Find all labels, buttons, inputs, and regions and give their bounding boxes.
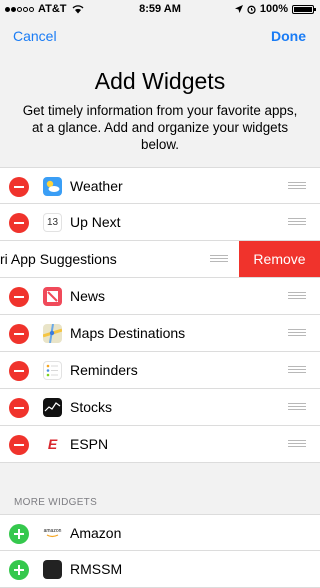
reminders-icon	[43, 361, 62, 380]
more-row-amazon[interactable]: amazon Amazon	[0, 514, 320, 551]
weather-icon	[43, 177, 62, 196]
delete-reminders-button[interactable]	[9, 361, 29, 381]
delete-up-next-button[interactable]	[9, 213, 29, 233]
widget-label: Stocks	[70, 399, 113, 415]
delete-stocks-button[interactable]	[9, 398, 29, 418]
alarm-icon	[247, 5, 256, 14]
add-rmssm-button[interactable]	[9, 560, 29, 580]
reorder-handle[interactable]	[288, 440, 306, 448]
widget-label: Reminders	[70, 362, 138, 378]
more-row-rmssm[interactable]: RMSSM	[0, 551, 320, 588]
widget-row-weather[interactable]: Weather	[0, 167, 320, 204]
remove-button[interactable]: Remove	[239, 241, 320, 277]
widget-label: Maps Destinations	[70, 325, 186, 341]
widget-label: Weather	[70, 178, 123, 194]
more-widgets-header: MORE WIDGETS	[14, 497, 98, 508]
location-arrow-icon	[234, 5, 243, 13]
status-right-group: 100%	[234, 3, 316, 15]
news-icon	[43, 287, 62, 306]
reorder-handle[interactable]	[288, 292, 306, 300]
widget-label: Amazon	[70, 525, 122, 541]
widget-label: News	[70, 288, 106, 304]
reorder-handle[interactable]	[288, 218, 306, 226]
battery-percent: 100%	[259, 3, 288, 15]
espn-icon-letter: E	[47, 436, 58, 452]
calendar-icon-date: 13	[46, 217, 59, 228]
widget-label: ESPN	[70, 436, 109, 452]
reorder-handle[interactable]	[288, 403, 306, 411]
maps-icon	[43, 324, 62, 343]
delete-news-button[interactable]	[9, 287, 29, 307]
battery-icon	[292, 4, 316, 14]
widget-row-siri-app-suggestions[interactable]: ri App Suggestions Remove	[0, 241, 320, 278]
widget-list: Weather 13 Up Next ri App Suggestions Re…	[0, 167, 320, 463]
reorder-handle[interactable]	[210, 255, 228, 263]
reorder-handle[interactable]	[288, 182, 306, 190]
widget-row-espn[interactable]: E ESPN	[0, 426, 320, 463]
espn-icon: E	[43, 435, 62, 454]
widget-label: RMSSM	[70, 561, 123, 577]
widget-label: Up Next	[70, 214, 121, 230]
add-amazon-button[interactable]	[9, 524, 29, 544]
delete-espn-button[interactable]	[9, 435, 29, 455]
calendar-icon: 13	[43, 213, 62, 232]
stocks-icon	[43, 398, 62, 417]
widget-row-reminders[interactable]: Reminders	[0, 352, 320, 389]
delete-maps-button[interactable]	[9, 324, 29, 344]
reorder-handle[interactable]	[288, 366, 306, 374]
page-description: Get timely information from your favorit…	[22, 103, 298, 152]
widget-row-news[interactable]: News	[0, 278, 320, 315]
done-button[interactable]: Done	[271, 28, 306, 44]
delete-weather-button[interactable]	[9, 177, 29, 197]
widget-row-maps-destinations[interactable]: Maps Destinations	[0, 315, 320, 352]
cancel-button[interactable]: Cancel	[13, 28, 57, 44]
rmssm-icon	[43, 560, 62, 579]
reorder-handle[interactable]	[288, 329, 306, 337]
nav-bar: Cancel Done	[0, 26, 320, 46]
more-widgets-list: amazon Amazon RMSSM	[0, 514, 320, 588]
widget-row-stocks[interactable]: Stocks	[0, 389, 320, 426]
amazon-icon: amazon	[43, 524, 62, 543]
status-bar: AT&T 8:59 AM 100%	[0, 0, 320, 18]
widget-label: ri App Suggestions	[0, 251, 117, 267]
widget-row-up-next[interactable]: 13 Up Next	[0, 204, 320, 241]
page-title: Add Widgets	[94, 68, 226, 94]
